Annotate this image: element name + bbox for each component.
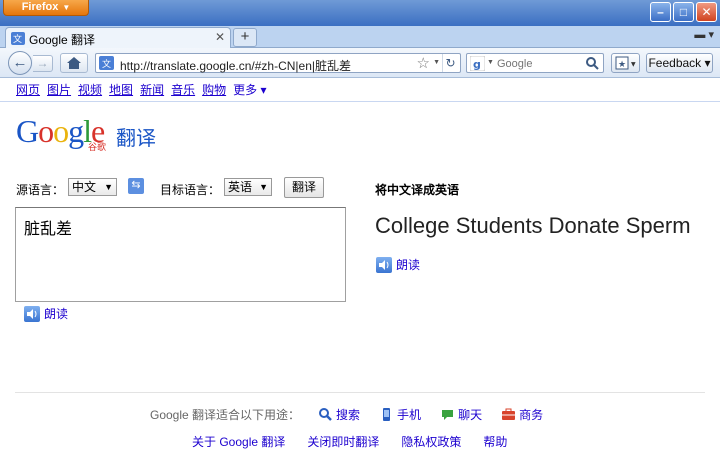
logo-letter: o [38, 113, 54, 149]
search-bar[interactable]: g ▼ [466, 53, 604, 73]
nav-link-images[interactable]: 图片 [47, 81, 71, 98]
logo-letter: o [53, 113, 69, 149]
usage-bar: Google 翻译适合以下用途： 搜索 手机 聊天 商务 [150, 406, 562, 423]
usage-label: 搜索 [336, 408, 361, 422]
language-bar: 源语言： 中文 ▼ ⇆ 目标语言： 英语 ▼ 翻译 [16, 177, 336, 199]
nav-more-menu[interactable]: 更多 ▾ [233, 81, 266, 98]
footer-divider [15, 392, 705, 393]
back-button[interactable]: ← [8, 51, 32, 75]
tab-google-translate[interactable]: 文 Google 翻译 ✕ [5, 27, 231, 49]
svg-text:文: 文 [102, 58, 111, 70]
site-identity-icon[interactable]: 文 [99, 56, 114, 70]
svg-text:★: ★ [618, 60, 626, 70]
chevron-down-icon: ▼ [104, 182, 113, 192]
bookmark-star-icon[interactable]: ☆ [417, 54, 430, 72]
phone-icon [383, 408, 391, 421]
logo-letter: g [68, 113, 84, 149]
result-heading: 将中文译成英语 [375, 183, 460, 197]
nav-link-news[interactable]: 新闻 [140, 81, 164, 98]
usage-label: 聊天 [458, 408, 483, 422]
feedback-label: Feedback [648, 56, 702, 70]
address-bar[interactable]: 文 http://translate.google.cn/#zh-CN|en|脏… [95, 53, 461, 73]
source-language-value: 中文 [72, 180, 97, 194]
privacy-policy-link[interactable]: 隐私权政策 [401, 433, 461, 450]
tab-strip: 文 Google 翻译 ✕ + ▬ ▾ [0, 26, 720, 49]
turn-off-instant-link[interactable]: 关闭即时翻译 [307, 433, 379, 450]
firefox-menu-button[interactable]: Firefox ▼ [3, 0, 89, 16]
usage-search-link[interactable]: 搜索 [318, 406, 360, 423]
listen-source-button[interactable]: 朗读 [24, 305, 68, 322]
nav-link-music[interactable]: 音乐 [171, 81, 195, 98]
usage-business-link[interactable]: 商务 [501, 406, 543, 423]
help-link[interactable]: 帮助 [483, 433, 507, 450]
source-text-input[interactable]: 脏乱差 [15, 207, 346, 302]
svg-text:g: g [473, 58, 481, 71]
feedback-button[interactable]: Feedback ▾ [646, 53, 713, 73]
url-text[interactable]: http://translate.google.cn/#zh-CN|en|脏乱差 [120, 57, 351, 74]
close-tab-icon[interactable]: ✕ [215, 30, 225, 44]
maximize-button[interactable]: □ [673, 2, 694, 22]
search-icon [319, 408, 332, 421]
search-icon[interactable] [585, 56, 600, 71]
usage-phone-link[interactable]: 手机 [379, 406, 421, 423]
about-translate-link[interactable]: 关于 Google 翻译 [192, 433, 285, 450]
target-language-value: 英语 [228, 180, 253, 194]
bookmarks-icon: ★ ▼ [615, 56, 636, 70]
google-search-engine-icon[interactable]: g [470, 56, 485, 71]
chevron-down-icon: ▼ [62, 3, 71, 12]
logo-subtitle: 谷歌 [88, 142, 107, 152]
minimize-button[interactable]: – [650, 2, 671, 22]
nav-link-maps[interactable]: 地图 [109, 81, 133, 98]
target-language-select[interactable]: 英语 ▼ [224, 178, 272, 196]
bookmarks-button[interactable]: ★ ▼ [611, 53, 640, 73]
listen-label: 朗读 [44, 307, 69, 321]
home-icon [67, 57, 81, 69]
close-window-button[interactable]: ✕ [696, 2, 717, 22]
svg-text:文: 文 [13, 33, 22, 45]
forward-button[interactable]: → [33, 55, 53, 72]
briefcase-icon [502, 408, 516, 420]
chat-icon [442, 410, 454, 420]
svg-text:▼: ▼ [631, 61, 636, 68]
reload-button[interactable]: ↻ [442, 54, 458, 72]
google-top-nav: 网页 图片 视频 地图 新闻 音乐 购物 更多 ▾ [16, 81, 266, 98]
usage-chat-link[interactable]: 聊天 [440, 406, 482, 423]
translate-button[interactable]: 翻译 [284, 177, 324, 198]
chevron-down-icon: ▼ [259, 182, 268, 192]
nav-divider [0, 101, 720, 102]
nav-link-web[interactable]: 网页 [16, 81, 40, 98]
engine-dropdown-icon[interactable]: ▼ [487, 59, 494, 66]
target-language-label: 目标语言： [160, 183, 221, 197]
swap-languages-icon[interactable]: ⇆ [128, 178, 144, 194]
footer-links: 关于 Google 翻译 关闭即时翻译 隐私权政策 帮助 [192, 433, 507, 450]
tab-title: Google 翻译 [29, 33, 96, 47]
source-language-select[interactable]: 中文 ▼ [68, 178, 117, 196]
usage-label: 手机 [397, 408, 422, 422]
listen-label: 朗读 [396, 258, 421, 272]
usage-intro: Google 翻译适合以下用途： [150, 408, 301, 422]
usage-label: 商务 [519, 408, 544, 422]
speaker-icon [24, 305, 40, 322]
logo-letter: G [16, 113, 39, 149]
navigation-toolbar: ← → 文 http://translate.google.cn/#zh-CN|… [0, 48, 720, 78]
new-tab-button[interactable]: + [233, 28, 257, 47]
source-language-label: 源语言： [16, 183, 65, 197]
list-all-tabs-icon[interactable]: ▬ ▾ [694, 28, 714, 41]
history-dropdown-icon[interactable]: ▼ [433, 59, 440, 66]
product-name: 翻译 [116, 128, 156, 150]
window-controls: – □ ✕ [650, 2, 717, 22]
search-input[interactable] [497, 56, 577, 71]
window-titlebar: Firefox ▼ – □ ✕ [0, 0, 720, 26]
nav-link-shopping[interactable]: 购物 [202, 81, 226, 98]
speaker-icon [376, 256, 392, 273]
translation-result[interactable]: College Students Donate Sperm [375, 213, 691, 239]
nav-link-videos[interactable]: 视频 [78, 81, 102, 98]
listen-result-button[interactable]: 朗读 [376, 256, 420, 273]
home-button[interactable] [60, 53, 88, 73]
firefox-menu-label: Firefox [21, 1, 59, 13]
translate-favicon-icon: 文 [11, 32, 25, 45]
